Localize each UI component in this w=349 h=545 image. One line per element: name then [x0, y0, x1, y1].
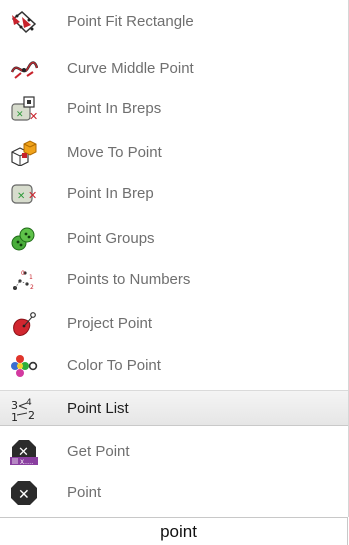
search-results-menu: Point Fit Rectangle Curve Middle Point ✕… — [0, 0, 349, 517]
search-input[interactable] — [0, 518, 347, 545]
menu-item-point-in-breps[interactable]: ✕ ✕ Point In Breps — [0, 91, 348, 127]
menu-item-project-point[interactable]: Project Point — [0, 306, 348, 342]
menu-item-label: Point Groups — [67, 230, 155, 247]
menu-item-label: Point In Brep — [67, 185, 154, 202]
menu-item-points-to-numbers[interactable]: 0 1 2 Points to Numbers — [0, 262, 348, 298]
move-to-point-icon — [10, 140, 38, 166]
svg-text:✕: ✕ — [17, 191, 25, 202]
menu-item-move-to-point[interactable]: Move To Point — [0, 135, 348, 171]
menu-item-color-to-point[interactable]: Color To Point — [0, 348, 348, 384]
menu-item-label: Project Point — [67, 315, 153, 332]
svg-text:✕: ✕ — [29, 110, 38, 122]
point-fit-rectangle-icon — [10, 9, 38, 35]
point-in-breps-icon: ✕ ✕ — [10, 96, 38, 122]
menu-item-label: Point In Breps — [67, 100, 162, 117]
menu-item-label: Point — [67, 484, 102, 501]
menu-item-point[interactable]: ✕ Point — [0, 475, 348, 511]
menu-item-label: Point Fit Rectangle — [67, 13, 194, 30]
svg-text:✕: ✕ — [18, 487, 30, 503]
menu-item-label: Move To Point — [67, 144, 162, 161]
project-point-icon — [10, 311, 38, 337]
menu-item-label: Point List — [67, 400, 129, 417]
menu-item-point-list[interactable]: 3 4 1 2 Point List — [0, 390, 348, 426]
point-icon: ✕ — [10, 480, 38, 506]
menu-item-label: Curve Middle Point — [67, 60, 194, 77]
point-list-icon: 3 4 1 2 — [10, 396, 38, 422]
search-box[interactable] — [0, 517, 348, 545]
svg-text:2: 2 — [30, 284, 34, 291]
svg-text:1: 1 — [11, 411, 18, 422]
svg-text:✕: ✕ — [16, 110, 24, 120]
curve-middle-point-icon — [10, 56, 38, 82]
svg-text:2: 2 — [28, 409, 35, 422]
point-groups-icon — [10, 226, 38, 252]
menu-item-curve-middle-point[interactable]: Curve Middle Point — [0, 51, 348, 87]
menu-item-point-groups[interactable]: Point Groups — [0, 221, 348, 257]
menu-item-label: Points to Numbers — [67, 271, 191, 288]
menu-item-point-in-brep[interactable]: ✕ ✕ Point In Brep — [0, 176, 348, 212]
points-to-numbers-icon: 0 1 2 — [10, 267, 38, 293]
menu-item-get-point[interactable]: ✕ X..... Get Point — [0, 434, 348, 470]
svg-text:1: 1 — [29, 274, 33, 281]
svg-text:X.....: X..... — [20, 459, 34, 465]
svg-text:✕: ✕ — [28, 189, 37, 202]
svg-text:0: 0 — [21, 270, 25, 277]
get-point-icon: ✕ X..... — [10, 439, 38, 465]
menu-item-point-fit-rectangle[interactable]: Point Fit Rectangle — [0, 4, 348, 40]
color-to-point-icon — [10, 353, 38, 379]
menu-item-label: Color To Point — [67, 357, 161, 374]
menu-item-label: Get Point — [67, 443, 130, 460]
point-in-brep-icon: ✕ ✕ — [10, 181, 38, 207]
